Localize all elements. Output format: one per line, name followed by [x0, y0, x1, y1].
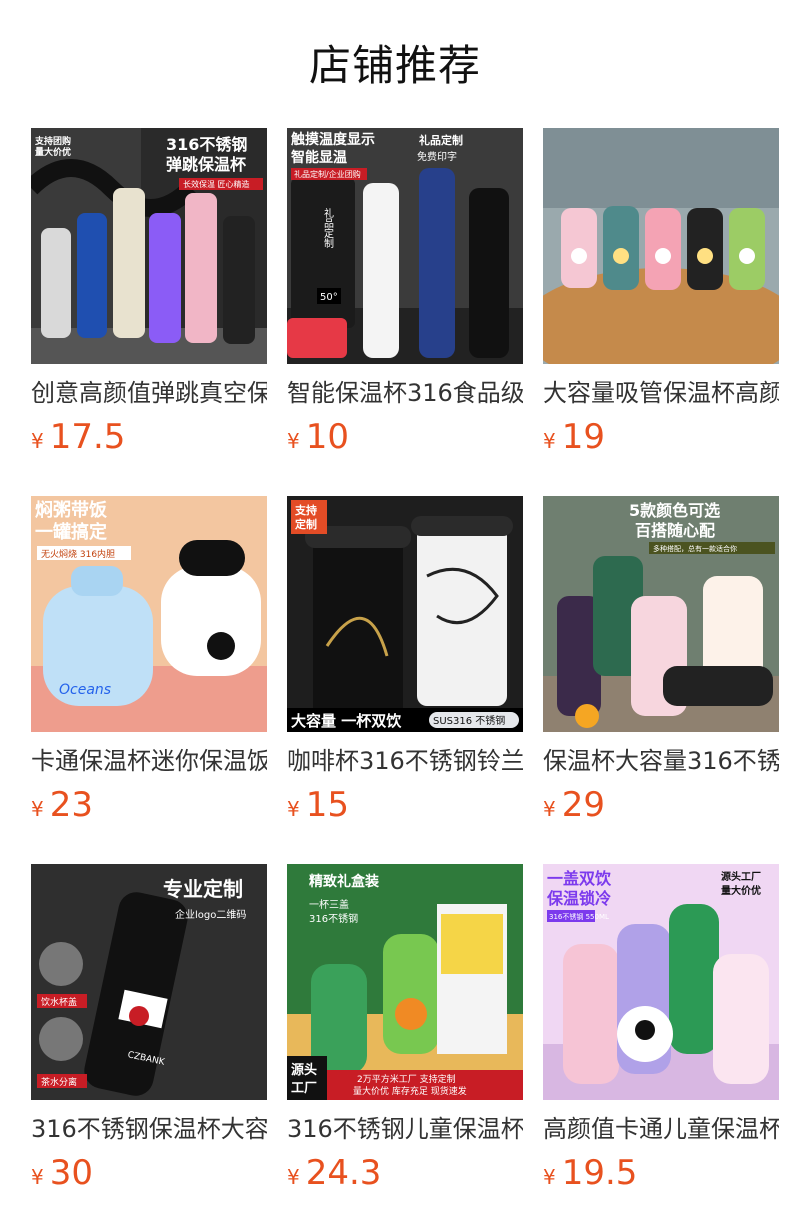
product-price: ¥24.3 [287, 1153, 381, 1193]
svg-text:定制: 定制 [295, 517, 317, 531]
currency-symbol: ¥ [287, 797, 300, 821]
product-price: ¥29 [543, 785, 605, 825]
price-value: 10 [305, 417, 349, 457]
svg-text:一杯三盖: 一杯三盖 [309, 898, 349, 911]
svg-text:量大价优 库存充足 现货速发: 量大价优 库存充足 现货速发 [353, 1085, 467, 1097]
svg-text:316不锈钢: 316不锈钢 [166, 135, 247, 154]
product-name[interactable]: 卡通保温杯迷你保温饭盒 [31, 744, 267, 778]
product-name[interactable]: 创意高颜值弹跳真空保温杯 [31, 376, 267, 410]
product-name[interactable]: 高颜值卡通儿童保温杯 [543, 1112, 779, 1146]
svg-text:5款颜色可选: 5款颜色可选 [629, 501, 720, 520]
product-image[interactable]: 大容量 一杯双饮 SUS316 不锈钢 支持 定制 [287, 496, 523, 732]
svg-text:触摸温度显示: 触摸温度显示 [290, 131, 375, 148]
svg-text:大容量 一杯双饮: 大容量 一杯双饮 [291, 712, 402, 730]
svg-text:长效保温 匠心精造: 长效保温 匠心精造 [183, 179, 250, 189]
svg-text:一盖双饮: 一盖双饮 [547, 869, 612, 888]
price-value: 23 [49, 785, 93, 825]
price-value: 17.5 [49, 417, 126, 457]
svg-text:2万平方米工厂 支持定制: 2万平方米工厂 支持定制 [357, 1073, 456, 1085]
product-price: ¥15 [287, 785, 349, 825]
svg-text:精致礼盒装: 精致礼盒装 [309, 873, 380, 890]
product-name[interactable]: 咖啡杯316不锈钢铃兰 [287, 744, 523, 778]
svg-text:免费印字: 免费印字 [417, 150, 457, 163]
currency-symbol: ¥ [31, 429, 44, 453]
svg-text:316不锈钢 550ML: 316不锈钢 550ML [549, 912, 609, 921]
svg-text:Oceans: Oceans [59, 682, 111, 698]
svg-text:保温锁冷: 保温锁冷 [546, 889, 611, 908]
product-name[interactable]: 大容量吸管保温杯高颜值 [543, 376, 779, 410]
product-card[interactable]: 316不锈钢 弹跳保温杯 长效保温 匠心精造 支持团购 量大价优 创意高颜值弹跳… [31, 128, 267, 458]
svg-text:量大价优: 量大价优 [35, 146, 71, 158]
price-value: 19 [561, 417, 605, 457]
product-card[interactable]: 焖粥带饭 一罐搞定 无火焖烧 316内胆 Oceans 卡通保温杯迷你保温饭盒 … [31, 496, 267, 826]
price-value: 29 [561, 785, 605, 825]
svg-text:工厂: 工厂 [291, 1081, 317, 1096]
product-image[interactable]: 一盖双饮 保温锁冷 316不锈钢 550ML 源头工厂 量大价优 [543, 864, 779, 1100]
product-image[interactable] [543, 128, 779, 364]
svg-text:百搭随心配: 百搭随心配 [635, 521, 715, 540]
product-price: ¥30 [31, 1153, 93, 1193]
svg-text:多种搭配，总有一款适合你: 多种搭配，总有一款适合你 [653, 544, 737, 553]
product-image[interactable]: 5款颜色可选 百搭随心配 多种搭配，总有一款适合你 [543, 496, 779, 732]
currency-symbol: ¥ [31, 797, 44, 821]
svg-text:SUS316 不锈钢: SUS316 不锈钢 [433, 714, 505, 727]
product-price: ¥19 [543, 417, 605, 457]
svg-text:礼品定制: 礼品定制 [419, 133, 463, 147]
svg-text:礼品定制: 礼品定制 [322, 207, 334, 248]
currency-symbol: ¥ [543, 429, 556, 453]
svg-text:智能显温: 智能显温 [290, 149, 347, 166]
svg-text:50°: 50° [320, 292, 338, 303]
svg-text:饮水杯盖: 饮水杯盖 [41, 996, 77, 1008]
svg-text:量大价优: 量大价优 [721, 884, 761, 897]
product-card[interactable]: CZBANK 饮水杯盖 茶水分离 专业定制 企业logo二维码 316不锈钢保温… [31, 864, 267, 1194]
price-value: 19.5 [561, 1153, 638, 1193]
product-name[interactable]: 316不锈钢儿童保温杯 [287, 1112, 523, 1146]
product-image[interactable]: 精致礼盒装 一杯三盖 316不锈钢 源头 工厂 2万平方米工厂 支持定制 量大价… [287, 864, 523, 1100]
svg-text:企业logo二维码: 企业logo二维码 [175, 908, 246, 921]
price-value: 15 [305, 785, 349, 825]
svg-text:礼品定制/企业团购: 礼品定制/企业团购 [294, 169, 361, 179]
product-image[interactable]: 316不锈钢 弹跳保温杯 长效保温 匠心精造 支持团购 量大价优 [31, 128, 267, 364]
svg-text:源头工厂: 源头工厂 [721, 870, 761, 883]
product-price: ¥10 [287, 417, 349, 457]
product-image[interactable]: CZBANK 饮水杯盖 茶水分离 专业定制 企业logo二维码 [31, 864, 267, 1100]
currency-symbol: ¥ [543, 797, 556, 821]
product-price: ¥23 [31, 785, 93, 825]
product-card[interactable]: 5款颜色可选 百搭随心配 多种搭配，总有一款适合你 保温杯大容量316不锈钢 ¥… [543, 496, 779, 826]
currency-symbol: ¥ [287, 429, 300, 453]
currency-symbol: ¥ [31, 1165, 44, 1189]
product-price: ¥17.5 [31, 417, 125, 457]
product-grid: 316不锈钢 弹跳保温杯 长效保温 匠心精造 支持团购 量大价优 创意高颜值弹跳… [31, 128, 790, 1232]
svg-text:支持团购: 支持团购 [34, 135, 71, 147]
svg-text:316不锈钢: 316不锈钢 [309, 912, 358, 925]
currency-symbol: ¥ [287, 1165, 300, 1189]
product-image[interactable]: 焖粥带饭 一罐搞定 无火焖烧 316内胆 Oceans [31, 496, 267, 732]
svg-text:源头: 源头 [291, 1062, 317, 1078]
product-name[interactable]: 保温杯大容量316不锈钢 [543, 744, 779, 778]
svg-text:茶水分离: 茶水分离 [41, 1076, 77, 1088]
svg-text:支持: 支持 [294, 503, 317, 517]
price-value: 30 [49, 1153, 93, 1193]
product-card[interactable]: 精致礼盒装 一杯三盖 316不锈钢 源头 工厂 2万平方米工厂 支持定制 量大价… [287, 864, 523, 1194]
product-card[interactable]: 大容量吸管保温杯高颜值 ¥19 [543, 128, 779, 458]
svg-text:焖粥带饭: 焖粥带饭 [35, 499, 107, 521]
page-title: 店铺推荐 [308, 41, 481, 90]
product-price: ¥19.5 [543, 1153, 637, 1193]
product-name[interactable]: 智能保温杯316食品级 [287, 376, 523, 410]
price-value: 24.3 [305, 1153, 382, 1193]
product-card[interactable]: 一盖双饮 保温锁冷 316不锈钢 550ML 源头工厂 量大价优 高颜值卡通儿童… [543, 864, 779, 1194]
svg-text:一罐搞定: 一罐搞定 [35, 521, 107, 543]
svg-text:无火焖烧 316内胆: 无火焖烧 316内胆 [41, 548, 115, 560]
svg-text:专业定制: 专业定制 [163, 877, 243, 901]
currency-symbol: ¥ [543, 1165, 556, 1189]
product-image[interactable]: 礼品定制 50° 触摸温度显示 智能显温 礼品定制 免费印字 礼品定制/企业团购 [287, 128, 523, 364]
svg-text:弹跳保温杯: 弹跳保温杯 [166, 155, 247, 174]
product-name[interactable]: 316不锈钢保温杯大容量 [31, 1112, 267, 1146]
product-card[interactable]: 礼品定制 50° 触摸温度显示 智能显温 礼品定制 免费印字 礼品定制/企业团购… [287, 128, 523, 458]
product-card[interactable]: 大容量 一杯双饮 SUS316 不锈钢 支持 定制 咖啡杯316不锈钢铃兰 ¥1… [287, 496, 523, 826]
